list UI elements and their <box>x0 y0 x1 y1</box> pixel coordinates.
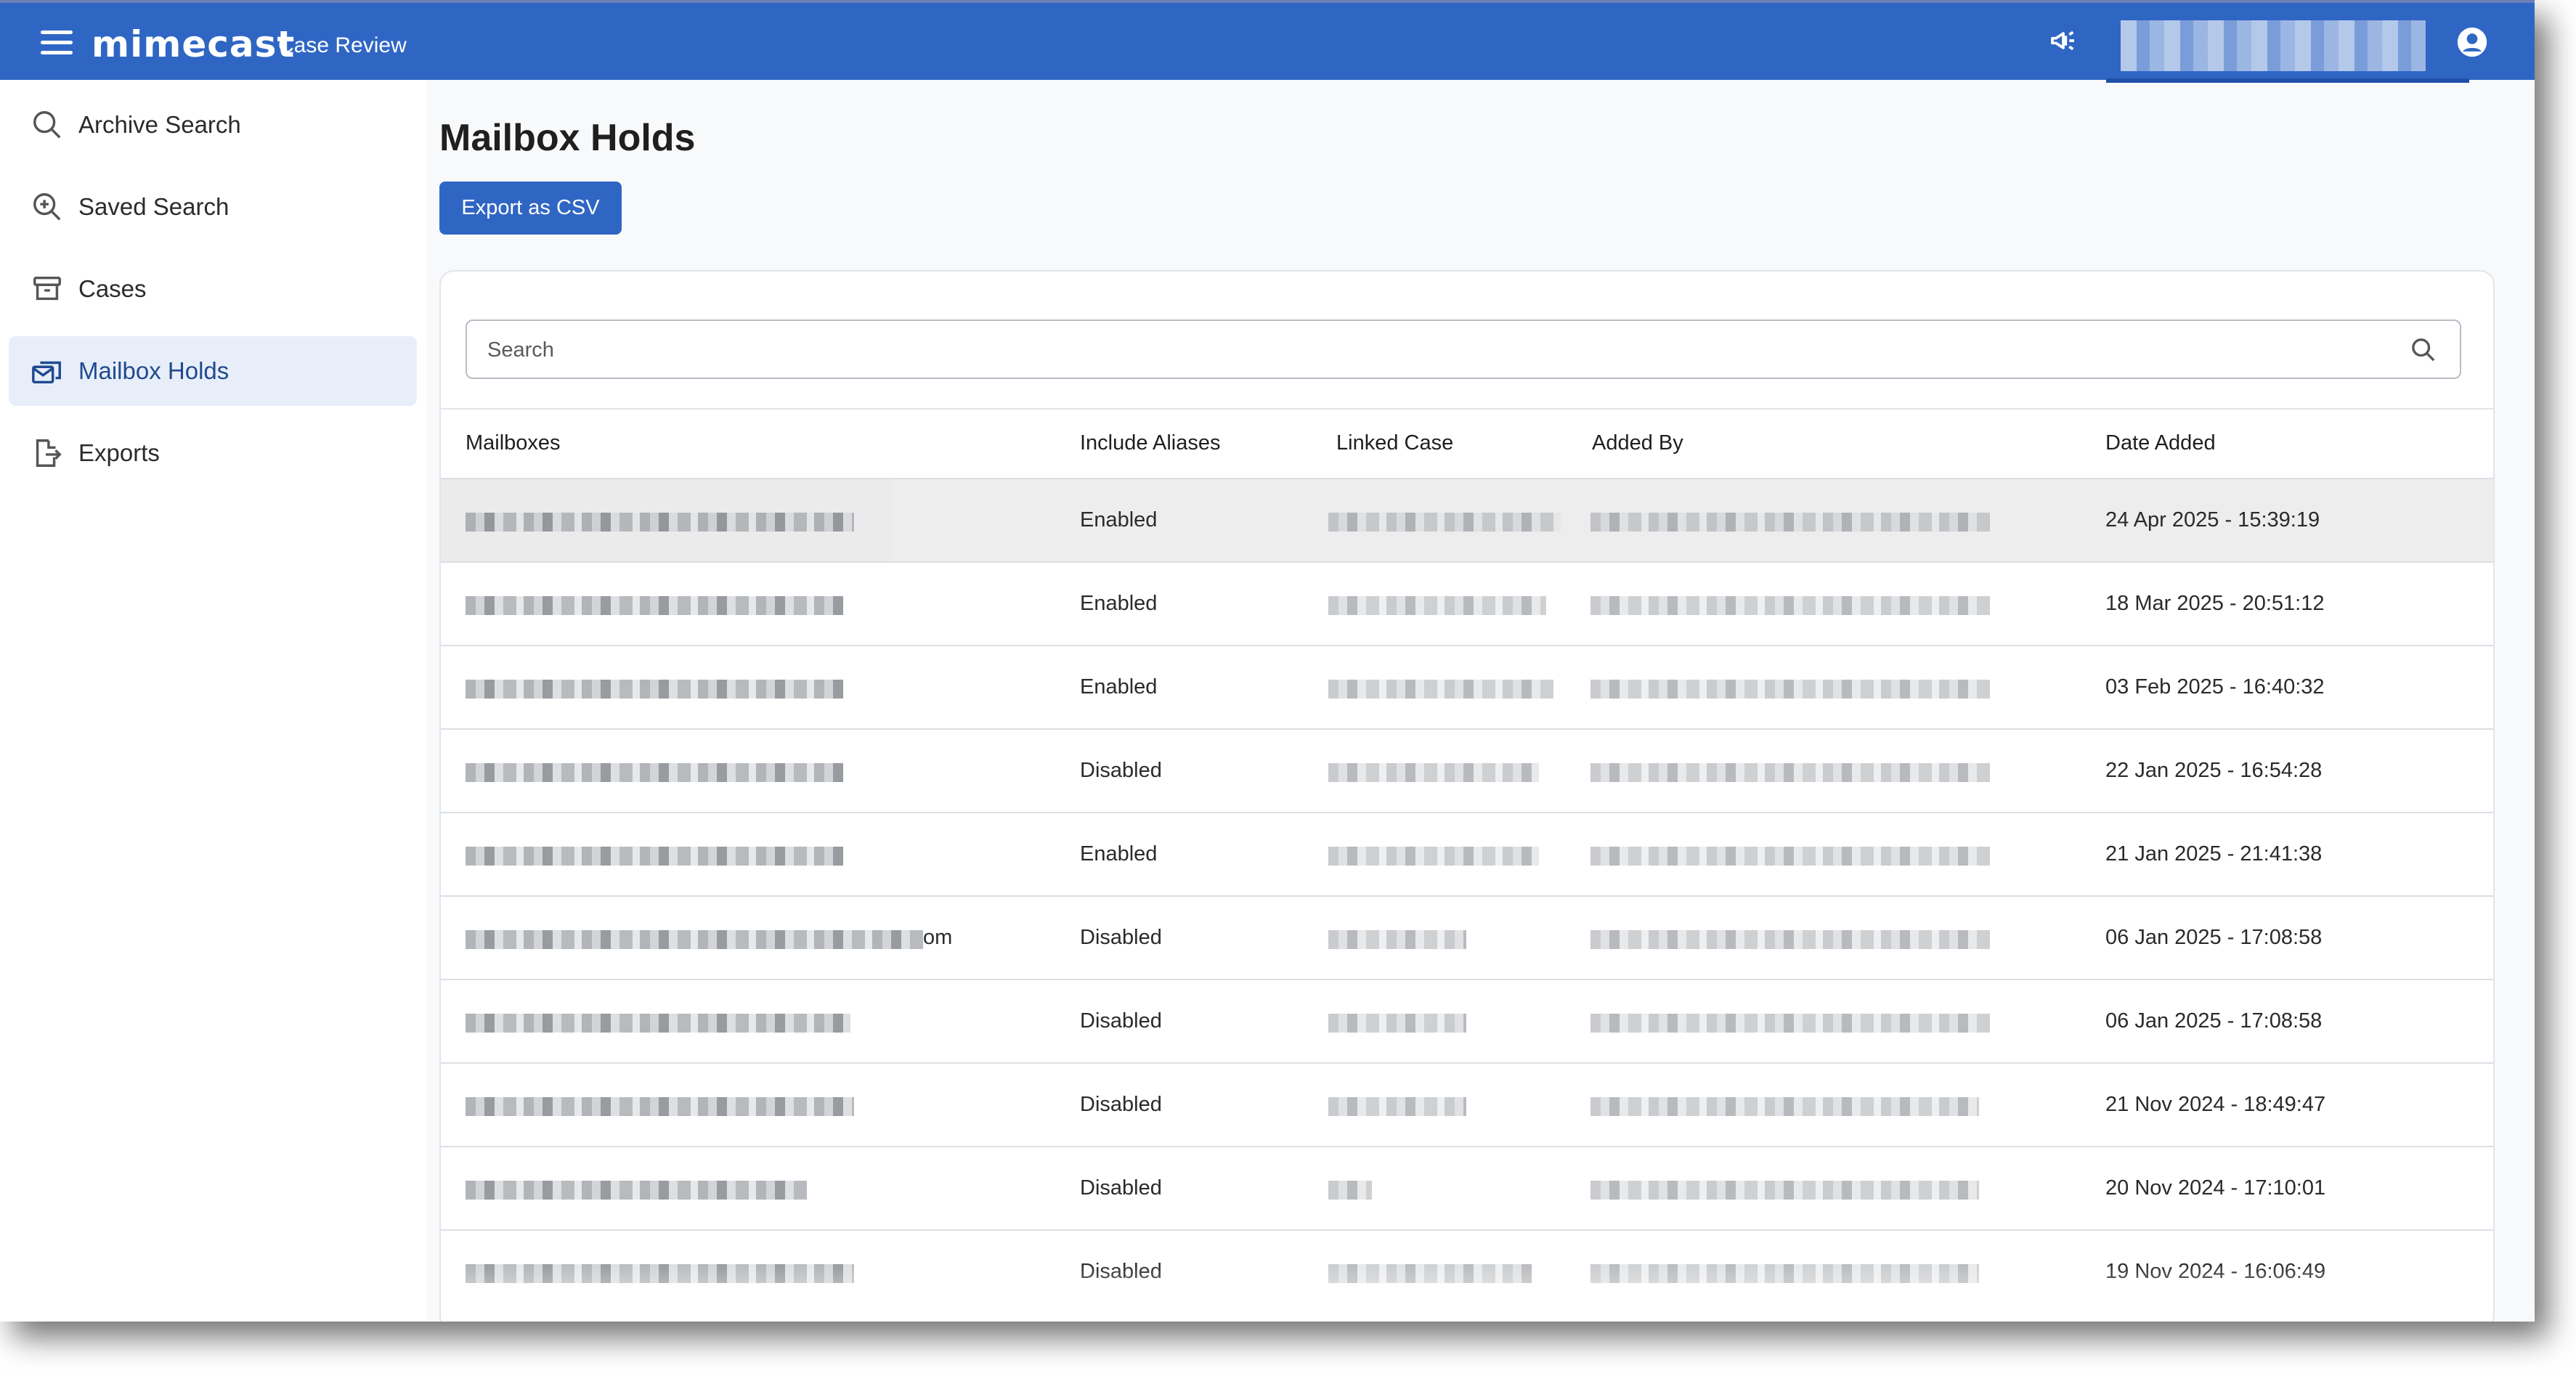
sidebar-item-label: Mailbox Holds <box>78 357 229 384</box>
added-by-redacted <box>1590 680 1990 699</box>
column-header-mailboxes[interactable]: Mailboxes <box>466 431 561 455</box>
include-aliases-cell: Enabled <box>1080 675 1158 699</box>
table-row[interactable]: Enabled 18 Mar 2025 - 20:51:12 <box>441 561 2493 645</box>
sidebar-item-archive-search[interactable]: Archive Search <box>9 90 417 160</box>
include-aliases-cell: Disabled <box>1080 1093 1162 1116</box>
page-title: Mailbox Holds <box>439 117 696 159</box>
linked-case-redacted <box>1328 847 1539 866</box>
sidebar-item-exports[interactable]: Exports <box>9 418 417 488</box>
column-header-include-aliases[interactable]: Include Aliases <box>1080 431 1220 455</box>
table-row[interactable]: Enabled 21 Jan 2025 - 21:41:38 <box>441 812 2493 895</box>
sidebar-item-label: Archive Search <box>78 111 241 138</box>
top-bar: mimecast Case Review <box>0 0 2535 83</box>
scroll-fade <box>441 1263 2493 1322</box>
added-by-redacted <box>1590 1181 1979 1200</box>
archive-box-icon <box>33 276 61 301</box>
mailbox-redacted <box>466 930 923 949</box>
added-by-redacted <box>1590 1014 1990 1033</box>
sidebar-item-mailbox-holds[interactable]: Mailbox Holds <box>9 336 417 406</box>
mailbox-hold-icon <box>32 361 61 384</box>
include-aliases-cell: Disabled <box>1080 759 1162 782</box>
linked-case-redacted <box>1328 930 1466 949</box>
mailbox-redacted <box>466 513 854 532</box>
search-icon[interactable] <box>2409 335 2438 365</box>
mailbox-redacted <box>466 847 843 866</box>
added-by-redacted <box>1590 847 1990 866</box>
brand-logo: mimecast <box>92 23 296 65</box>
linked-case-redacted <box>1328 763 1539 782</box>
include-aliases-cell: Disabled <box>1080 926 1162 949</box>
date-added-cell: 06 Jan 2025 - 17:08:58 <box>2105 1009 2323 1033</box>
added-by-redacted <box>1590 596 1990 615</box>
table-row[interactable]: Enabled 03 Feb 2025 - 16:40:32 <box>441 645 2493 728</box>
sidebar-item-label: Saved Search <box>78 193 229 220</box>
user-underline <box>2106 78 2469 83</box>
sidebar-item-label: Exports <box>78 439 160 466</box>
user-avatar-icon[interactable] <box>2456 26 2488 58</box>
linked-case-redacted <box>1328 596 1546 615</box>
search-icon <box>33 111 61 139</box>
added-by-redacted <box>1590 1097 1979 1116</box>
table-row[interactable]: Disabled 21 Nov 2024 - 18:49:47 <box>441 1062 2493 1146</box>
date-added-cell: 20 Nov 2024 - 17:10:01 <box>2105 1176 2326 1200</box>
date-added-cell: 21 Jan 2025 - 21:41:38 <box>2105 842 2323 866</box>
date-added-cell: 18 Mar 2025 - 20:51:12 <box>2105 592 2325 615</box>
megaphone-icon[interactable] <box>2047 26 2080 55</box>
linked-case-redacted <box>1328 1014 1466 1033</box>
include-aliases-cell: Enabled <box>1080 592 1158 615</box>
mailbox-redacted <box>466 1097 854 1116</box>
product-name: Case Review <box>278 33 407 57</box>
column-header-date-added[interactable]: Date Added <box>2105 431 2216 455</box>
mailbox-suffix: om <box>923 926 953 949</box>
added-by-redacted <box>1590 930 1990 949</box>
column-header-added-by[interactable]: Added By <box>1592 431 1683 455</box>
column-header-linked-case[interactable]: Linked Case <box>1336 431 1453 455</box>
date-added-cell: 24 Apr 2025 - 15:39:19 <box>2105 508 2320 532</box>
table-row[interactable]: Disabled 22 Jan 2025 - 16:54:28 <box>441 728 2493 812</box>
include-aliases-cell: Disabled <box>1080 1176 1162 1200</box>
added-by-redacted <box>1590 513 1990 532</box>
mailbox-redacted <box>466 1014 850 1033</box>
date-added-cell: 21 Nov 2024 - 18:49:47 <box>2105 1093 2326 1116</box>
divider <box>441 408 2493 410</box>
search-input[interactable] <box>487 335 2376 365</box>
linked-case-redacted <box>1328 1097 1466 1116</box>
app-window: mimecast Case Review Archive Search Save… <box>0 0 2535 1322</box>
date-added-cell: 03 Feb 2025 - 16:40:32 <box>2105 675 2325 699</box>
linked-case-redacted <box>1328 680 1553 699</box>
holds-table-card: Mailboxes Include Aliases Linked Case Ad… <box>439 270 2495 1322</box>
include-aliases-cell: Enabled <box>1080 508 1158 532</box>
mailbox-redacted <box>466 596 843 615</box>
table-row[interactable]: Enabled 24 Apr 2025 - 15:39:19 <box>441 478 2493 561</box>
table-row[interactable]: Disabled 06 Jan 2025 - 17:08:58 <box>441 979 2493 1062</box>
date-added-cell: 22 Jan 2025 - 16:54:28 <box>2105 759 2323 782</box>
include-aliases-cell: Disabled <box>1080 1009 1162 1033</box>
mailbox-redacted <box>466 680 843 699</box>
menu-icon[interactable] <box>41 30 73 55</box>
user-name-redacted[interactable] <box>2121 20 2426 71</box>
linked-case-redacted <box>1328 1181 1372 1200</box>
linked-case-redacted <box>1328 513 1561 532</box>
table-row[interactable]: Disabled 20 Nov 2024 - 17:10:01 <box>441 1146 2493 1229</box>
export-csv-button[interactable]: Export as CSV <box>439 182 622 235</box>
sidebar: Archive Search Saved Search Cases Mailbo… <box>0 80 427 1322</box>
mailbox-redacted <box>466 763 843 782</box>
sidebar-item-cases[interactable]: Cases <box>9 254 417 324</box>
sidebar-item-saved-search[interactable]: Saved Search <box>9 172 417 242</box>
date-added-cell: 06 Jan 2025 - 17:08:58 <box>2105 926 2323 949</box>
include-aliases-cell: Enabled <box>1080 842 1158 866</box>
mailbox-redacted <box>466 1181 807 1200</box>
added-by-redacted <box>1590 763 1990 782</box>
export-file-icon <box>36 439 62 467</box>
table-row[interactable]: om Disabled 06 Jan 2025 - 17:08:58 <box>441 895 2493 979</box>
zoom-plus-icon <box>33 193 61 221</box>
search-field[interactable] <box>466 319 2461 379</box>
sidebar-item-label: Cases <box>78 275 147 302</box>
